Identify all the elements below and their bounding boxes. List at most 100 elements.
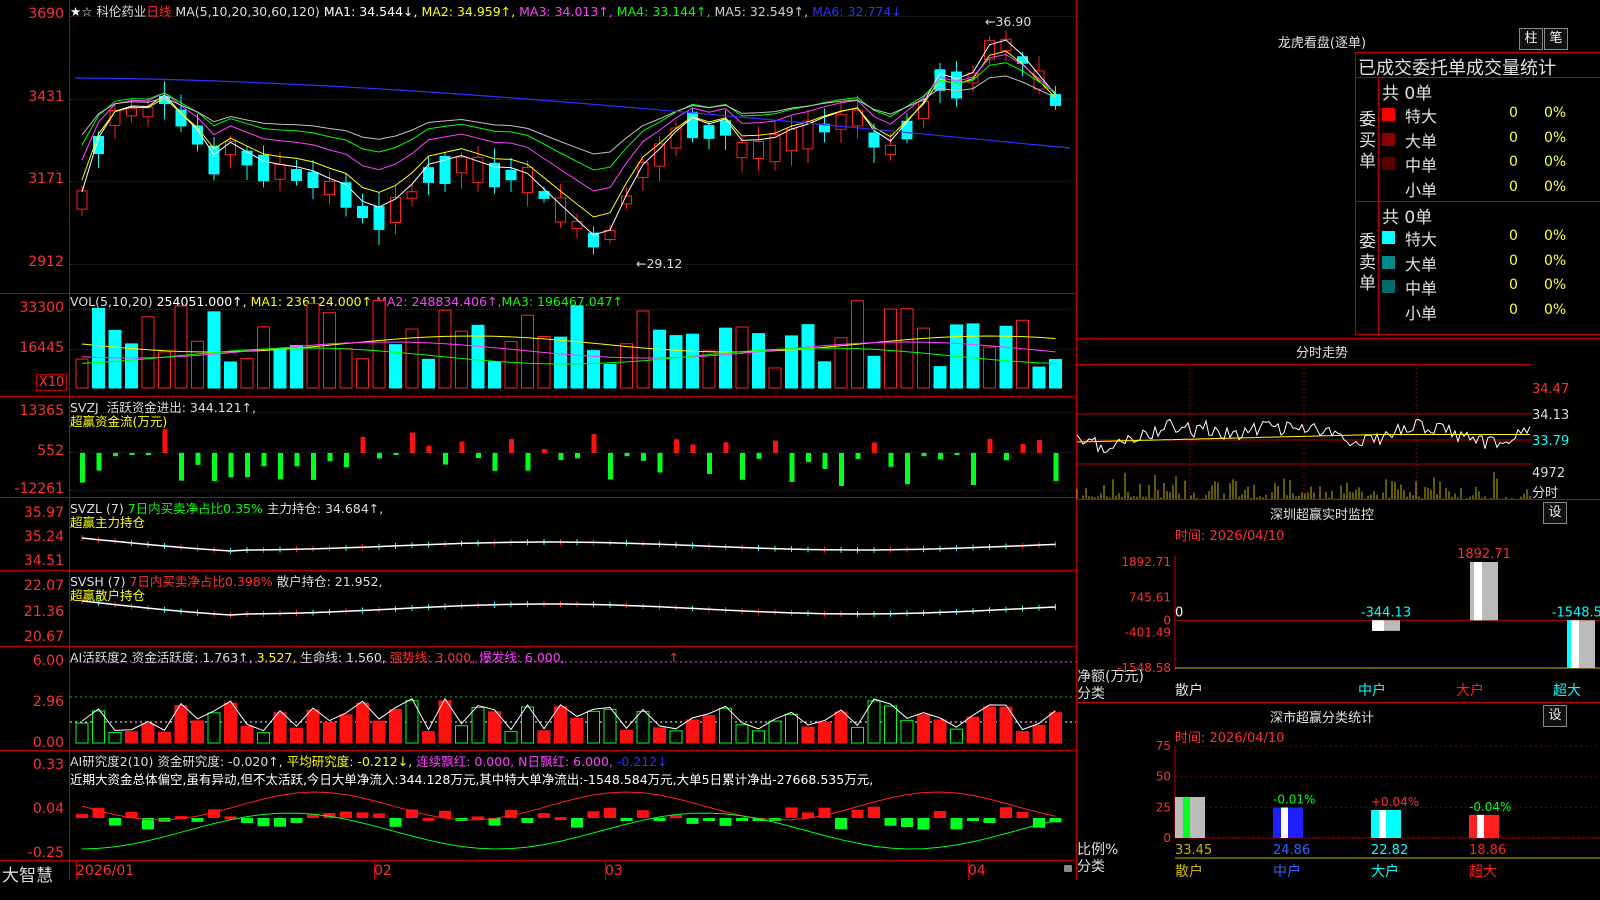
activity-bar xyxy=(290,727,303,744)
dragon-title: 龙虎看盘(逐单) xyxy=(1277,36,1367,51)
volume-bar xyxy=(900,308,914,389)
intraday-axis-label: 34.47 xyxy=(1532,382,1570,397)
axis-tick-label: 75 xyxy=(1156,739,1171,753)
research-bar xyxy=(818,807,831,818)
activity-bar xyxy=(1016,731,1029,744)
axis-tick-label: -1548.58 xyxy=(1117,661,1171,675)
fund-flow-bar xyxy=(806,453,811,463)
volume-bar xyxy=(999,325,1013,389)
high-price-mark: ←36.90 xyxy=(985,14,1032,29)
price-axis-label: 3431 xyxy=(28,89,64,105)
volume-unit-badge[interactable]: X10 xyxy=(36,374,68,391)
fund-flow-bar xyxy=(525,453,531,471)
fund-flow-bar xyxy=(443,453,448,465)
column-mode-button[interactable]: 柱 xyxy=(1519,28,1543,50)
research-bar xyxy=(521,818,534,823)
activity-bar xyxy=(92,710,105,744)
candle-body xyxy=(951,71,962,99)
candle-body xyxy=(522,166,533,194)
activity-bar xyxy=(966,716,980,744)
intraday-chart[interactable] xyxy=(1076,364,1532,499)
fund-flow-bar xyxy=(195,453,201,465)
volume-bar xyxy=(207,311,221,389)
candle-body xyxy=(340,182,352,208)
x-axis-label: 04 xyxy=(968,863,986,879)
activity-bar xyxy=(686,719,699,744)
fund-flow-bar xyxy=(459,441,465,453)
sell-color-swatch xyxy=(1382,280,1395,293)
activity-bar xyxy=(207,712,221,744)
candle-body xyxy=(654,143,665,167)
ai-research-axis-label: 0.04 xyxy=(32,801,64,817)
x-axis-label: 03 xyxy=(605,863,623,879)
price-axis-label: 3171 xyxy=(28,171,64,187)
lock-icon[interactable] xyxy=(1064,865,1072,872)
fund-flow-bar xyxy=(393,453,399,456)
candle-body xyxy=(868,132,880,148)
activity-bar xyxy=(570,718,584,744)
intraday-axis-label: 33.79 xyxy=(1532,434,1570,449)
buy-total: 共 0单 xyxy=(1382,84,1433,104)
candle-body xyxy=(76,190,88,210)
main-chart[interactable]: ★☆ 科伦药业日线 MA(5,10,20,30,60,120) MA1: 34.… xyxy=(0,0,1077,886)
volume-bar xyxy=(389,344,402,389)
category-label: 中户 xyxy=(1273,863,1301,880)
fund-flow-bar xyxy=(426,445,432,453)
fund-flow-bar xyxy=(690,444,696,453)
fund-flow-bar xyxy=(888,453,894,467)
class-value-label: 33.45 xyxy=(1175,843,1212,858)
intraday-axis-label: 34.13 xyxy=(1532,408,1570,423)
monitor-value-label: 0 xyxy=(1175,605,1183,620)
candle-body xyxy=(324,180,335,196)
sz-monitor-settings-button[interactable]: 设 xyxy=(1543,502,1567,524)
candle-body xyxy=(225,140,236,156)
research-bar xyxy=(934,811,946,818)
activity-bar xyxy=(339,714,353,744)
fund-flow-bar xyxy=(129,453,135,455)
sell-row-count: 0 xyxy=(1509,301,1518,318)
research-bar xyxy=(290,818,303,823)
monitor-value-label: -1548.58 xyxy=(1552,605,1600,620)
volume-bar xyxy=(273,348,287,389)
candle-body xyxy=(456,156,467,174)
volume-bar xyxy=(224,361,237,389)
buy-color-swatch xyxy=(1382,132,1395,146)
activity-bar xyxy=(636,711,650,744)
research-bar xyxy=(901,818,913,828)
sz-class-settings-button[interactable]: 设 xyxy=(1543,705,1567,727)
tick-mode-button[interactable]: 笔 xyxy=(1544,28,1568,50)
activity-bar xyxy=(372,720,386,744)
activity-bar xyxy=(768,720,782,744)
candlestick-chart[interactable] xyxy=(70,0,1076,293)
research-bar xyxy=(983,818,996,823)
activity-bar xyxy=(158,731,171,744)
x-axis-label: 02 xyxy=(374,863,392,879)
fund-flow-bar xyxy=(96,453,102,471)
research-bar xyxy=(703,818,715,821)
low-price-mark: ←29.12 xyxy=(636,256,683,271)
sell-side-label: 委卖单 xyxy=(1359,232,1376,294)
fund-flow-bar xyxy=(212,453,217,482)
sell-row-name: 特大 xyxy=(1405,230,1438,249)
class-value-label: 22.82 xyxy=(1371,843,1408,858)
sz-monitor-chart: 1892.71745.610-401.49-1548.580散户-344.13中… xyxy=(1117,547,1600,699)
research-bar xyxy=(950,818,963,830)
candle-body xyxy=(753,141,764,159)
research-bar xyxy=(1000,807,1012,818)
buy-side-label: 委买单 xyxy=(1359,110,1376,172)
fund-flow-bar xyxy=(839,453,844,486)
class-change-label: -0.04% xyxy=(1469,800,1511,814)
price-axis-label: 2912 xyxy=(28,254,64,270)
holding-line xyxy=(81,600,1056,616)
candle-body xyxy=(687,111,698,139)
buy-row-pct: 0% xyxy=(1544,154,1567,170)
activity-bar xyxy=(191,720,204,744)
activity-bar xyxy=(867,700,881,744)
sell-row-pct: 0% xyxy=(1544,301,1567,318)
fund-flow-bar xyxy=(773,440,778,453)
fund-flow-bar xyxy=(872,442,877,453)
volume-bar xyxy=(884,308,897,389)
fund-flow-bar xyxy=(410,432,415,453)
fund-flow-bar xyxy=(624,453,630,457)
volume-bar xyxy=(917,327,930,389)
